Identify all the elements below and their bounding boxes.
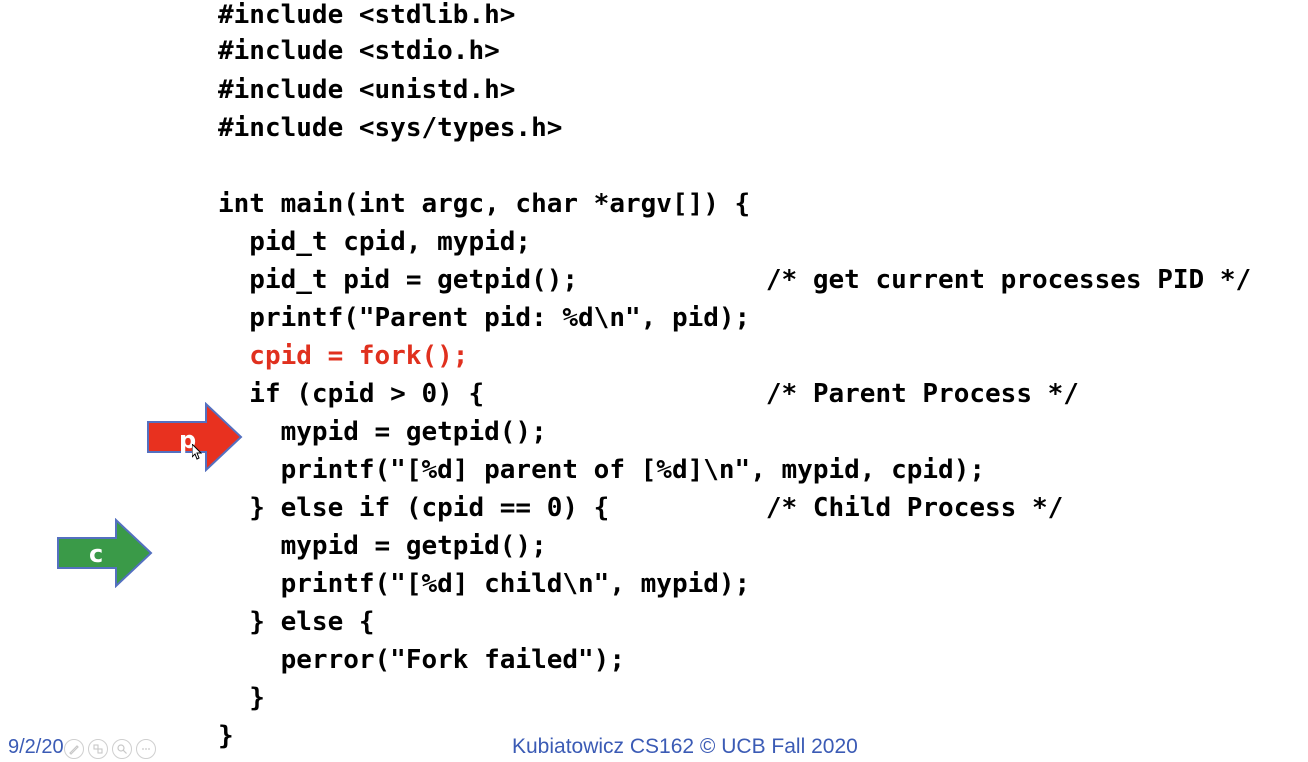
code-line-child-getpid: mypid = getpid(); xyxy=(218,531,547,561)
code-line-perror: perror("Fork failed"); xyxy=(218,645,625,675)
slide: #include <stdlib.h> #include <stdio.h> #… xyxy=(0,0,1308,762)
pen-icon[interactable] xyxy=(64,739,84,759)
code-line-include-stdlib: #include <stdlib.h> xyxy=(218,0,516,30)
child-arrow-label: c xyxy=(89,540,104,568)
code-line-include-types: #include <sys/types.h> xyxy=(218,113,563,143)
code-line-decl: pid_t cpid, mypid; xyxy=(218,227,532,257)
mouse-cursor-icon xyxy=(192,444,202,460)
code-line-main: int main(int argc, char *argv[]) { xyxy=(218,189,751,219)
more-icon[interactable] xyxy=(136,739,156,759)
code-line-printf-parent-pid: printf("Parent pid: %d\n", pid); xyxy=(218,303,751,333)
code-line-close-main: } xyxy=(218,721,234,751)
slides-icon[interactable] xyxy=(88,739,108,759)
code-line-getpid: pid_t pid = getpid(); /* get current pro… xyxy=(218,265,1252,295)
code-line-fork: cpid = fork(); xyxy=(218,341,469,371)
code-line-child-printf: printf("[%d] child\n", mypid); xyxy=(218,569,751,599)
slide-date: 9/2/20 xyxy=(8,736,64,758)
code-line-if-parent: if (cpid > 0) { /* Parent Process */ xyxy=(218,379,1079,409)
code-line-close-else: } xyxy=(218,683,265,713)
code-line-include-stdio: #include <stdio.h> xyxy=(218,36,500,66)
code-line-parent-printf: printf("[%d] parent of [%d]\n", mypid, c… xyxy=(218,455,986,485)
child-arrow-icon xyxy=(57,518,153,588)
zoom-icon[interactable] xyxy=(112,739,132,759)
code-line-include-unistd: #include <unistd.h> xyxy=(218,75,516,105)
code-line-else: } else { xyxy=(218,607,375,637)
code-line-else-if-child: } else if (cpid == 0) { /* Child Process… xyxy=(218,493,1064,523)
slide-credit: Kubiatowicz CS162 © UCB Fall 2020 xyxy=(512,735,858,758)
code-line-parent-getpid: mypid = getpid(); xyxy=(218,417,547,447)
presenter-controls xyxy=(64,739,156,759)
